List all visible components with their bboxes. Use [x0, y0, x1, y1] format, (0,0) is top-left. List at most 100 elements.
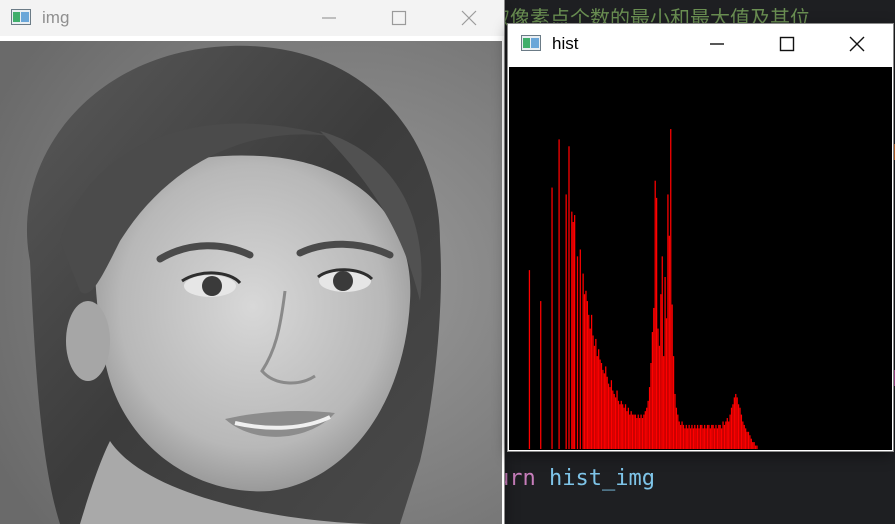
histogram-bar [579, 249, 581, 449]
window-title: img [42, 8, 70, 27]
histogram-bar [733, 397, 735, 449]
histogram-bar [722, 421, 724, 449]
histogram-bar [607, 383, 610, 449]
close-button[interactable] [834, 24, 880, 66]
histogram-bar [585, 290, 587, 449]
opencv-window-icon [521, 35, 541, 51]
histogram-bar [551, 187, 553, 449]
histogram-bar [571, 211, 573, 449]
histogram-bar [692, 428, 694, 449]
histogram-bar [582, 273, 584, 449]
histogram-bar [602, 369, 604, 449]
img-window-titlebar[interactable]: img [0, 0, 504, 36]
histogram-bar [600, 363, 603, 449]
histogram-bar [620, 400, 622, 449]
histogram-bar [753, 442, 755, 449]
histogram-bar [622, 404, 624, 449]
histogram-bar [598, 349, 600, 449]
histogram-bar [675, 407, 678, 449]
histogram-bar [572, 221, 574, 449]
hist-window-titlebar[interactable]: hist [508, 24, 893, 66]
minimize-icon [322, 17, 336, 19]
histogram-bar [696, 424, 699, 449]
close-button[interactable] [446, 0, 492, 36]
histogram-bar [568, 146, 570, 449]
histogram-bar [658, 345, 661, 449]
histogram-bar [613, 393, 615, 449]
hist-window[interactable]: hist [508, 24, 893, 451]
histogram-bar [725, 421, 727, 449]
histogram-bar [708, 424, 710, 449]
histogram-bar [626, 411, 628, 449]
histogram-bar [747, 431, 750, 449]
histogram-bar [629, 414, 631, 449]
histogram-bar [644, 411, 646, 449]
grayscale-portrait-image [0, 41, 502, 524]
histogram-bar [631, 414, 634, 449]
minimize-button[interactable] [306, 0, 352, 36]
histogram-bar [695, 428, 697, 449]
histogram-bar [752, 442, 754, 449]
maximize-button[interactable] [764, 24, 810, 66]
histogram-bar [641, 418, 644, 449]
histogram-bar [756, 445, 758, 449]
histogram-bar [643, 414, 645, 449]
histogram-bar [754, 445, 757, 449]
histogram-bar [636, 418, 638, 449]
histogram-bar [706, 424, 709, 449]
histogram-bar [713, 428, 716, 449]
close-icon [461, 10, 477, 26]
histogram-bar [750, 438, 752, 449]
histogram-bar [610, 380, 613, 449]
histogram-bar [732, 404, 734, 449]
opencv-window-icon [11, 9, 31, 25]
histogram-bar [593, 345, 596, 449]
histogram-bar [704, 424, 706, 449]
histogram-bar [589, 328, 591, 449]
histogram-bar [746, 431, 748, 449]
histogram-chart [528, 129, 758, 449]
histogram-bar [609, 387, 611, 449]
window-title: hist [552, 34, 579, 53]
histogram-bar [678, 421, 680, 449]
histogram-bar [685, 424, 687, 449]
histogram-bar [699, 424, 702, 449]
histogram-bar [624, 404, 627, 449]
histogram-bar [740, 414, 743, 449]
histogram-bar [637, 414, 639, 449]
histogram-bar [627, 407, 629, 449]
portrait-photo [0, 41, 502, 524]
histogram-bar [670, 129, 672, 449]
img-window[interactable]: img [0, 0, 504, 524]
histogram-bar [653, 307, 655, 449]
histogram-bar [716, 428, 719, 449]
histogram-bar [745, 428, 747, 449]
histogram-bar [709, 428, 711, 449]
histogram-bar [617, 400, 620, 449]
histogram-bar [705, 428, 707, 449]
histogram-bar [595, 338, 597, 449]
minimize-button[interactable] [694, 24, 740, 66]
histogram-bar [592, 335, 594, 449]
histogram-bar [630, 411, 632, 449]
histogram-bar [655, 197, 658, 449]
histogram-bar [702, 428, 704, 449]
histogram-bar [726, 418, 728, 449]
histogram-bar [590, 314, 593, 449]
histogram-bar [650, 363, 652, 449]
histogram-bar [688, 424, 690, 449]
histogram-bar [739, 407, 741, 449]
histogram-bar [639, 418, 641, 449]
histogram-bar [654, 180, 656, 449]
code-return-line: urn hist_img [496, 466, 655, 491]
histogram-bar [701, 424, 703, 449]
histogram-bar [599, 359, 601, 449]
histogram-bar [694, 424, 696, 449]
histogram-bar [672, 356, 675, 449]
histogram-bar [720, 428, 723, 449]
maximize-button[interactable] [376, 0, 422, 36]
histogram-bar [728, 421, 730, 449]
histogram-bar [633, 414, 635, 449]
histogram-bar [737, 404, 740, 449]
histogram-bar [735, 393, 737, 449]
